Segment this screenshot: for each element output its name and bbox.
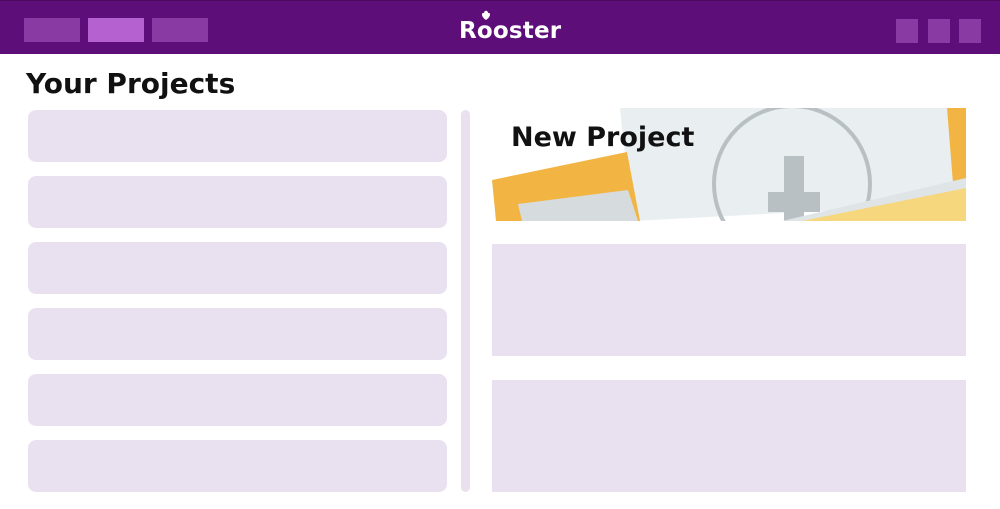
page-title: Your Projects [26, 67, 236, 100]
panel-divider[interactable] [461, 110, 470, 492]
project-row[interactable] [28, 308, 447, 360]
tab-1[interactable] [24, 18, 80, 42]
minimize-button[interactable] [896, 19, 918, 43]
project-row[interactable] [28, 440, 447, 492]
project-row[interactable] [28, 110, 447, 162]
new-project-card[interactable]: New Project [492, 108, 966, 221]
new-project-label: New Project [511, 122, 695, 153]
content-panel [492, 380, 966, 492]
content-panel [492, 244, 966, 356]
tab-2-active[interactable] [88, 18, 144, 42]
close-button[interactable] [959, 19, 981, 43]
maximize-button[interactable] [928, 19, 950, 43]
title-bar: Rooster [0, 0, 1000, 54]
rooster-comb-icon [481, 10, 491, 20]
project-row[interactable] [28, 176, 447, 228]
project-row[interactable] [28, 374, 447, 426]
project-row[interactable] [28, 242, 447, 294]
app-logo: Rooster [459, 18, 562, 44]
tab-3[interactable] [152, 18, 208, 42]
